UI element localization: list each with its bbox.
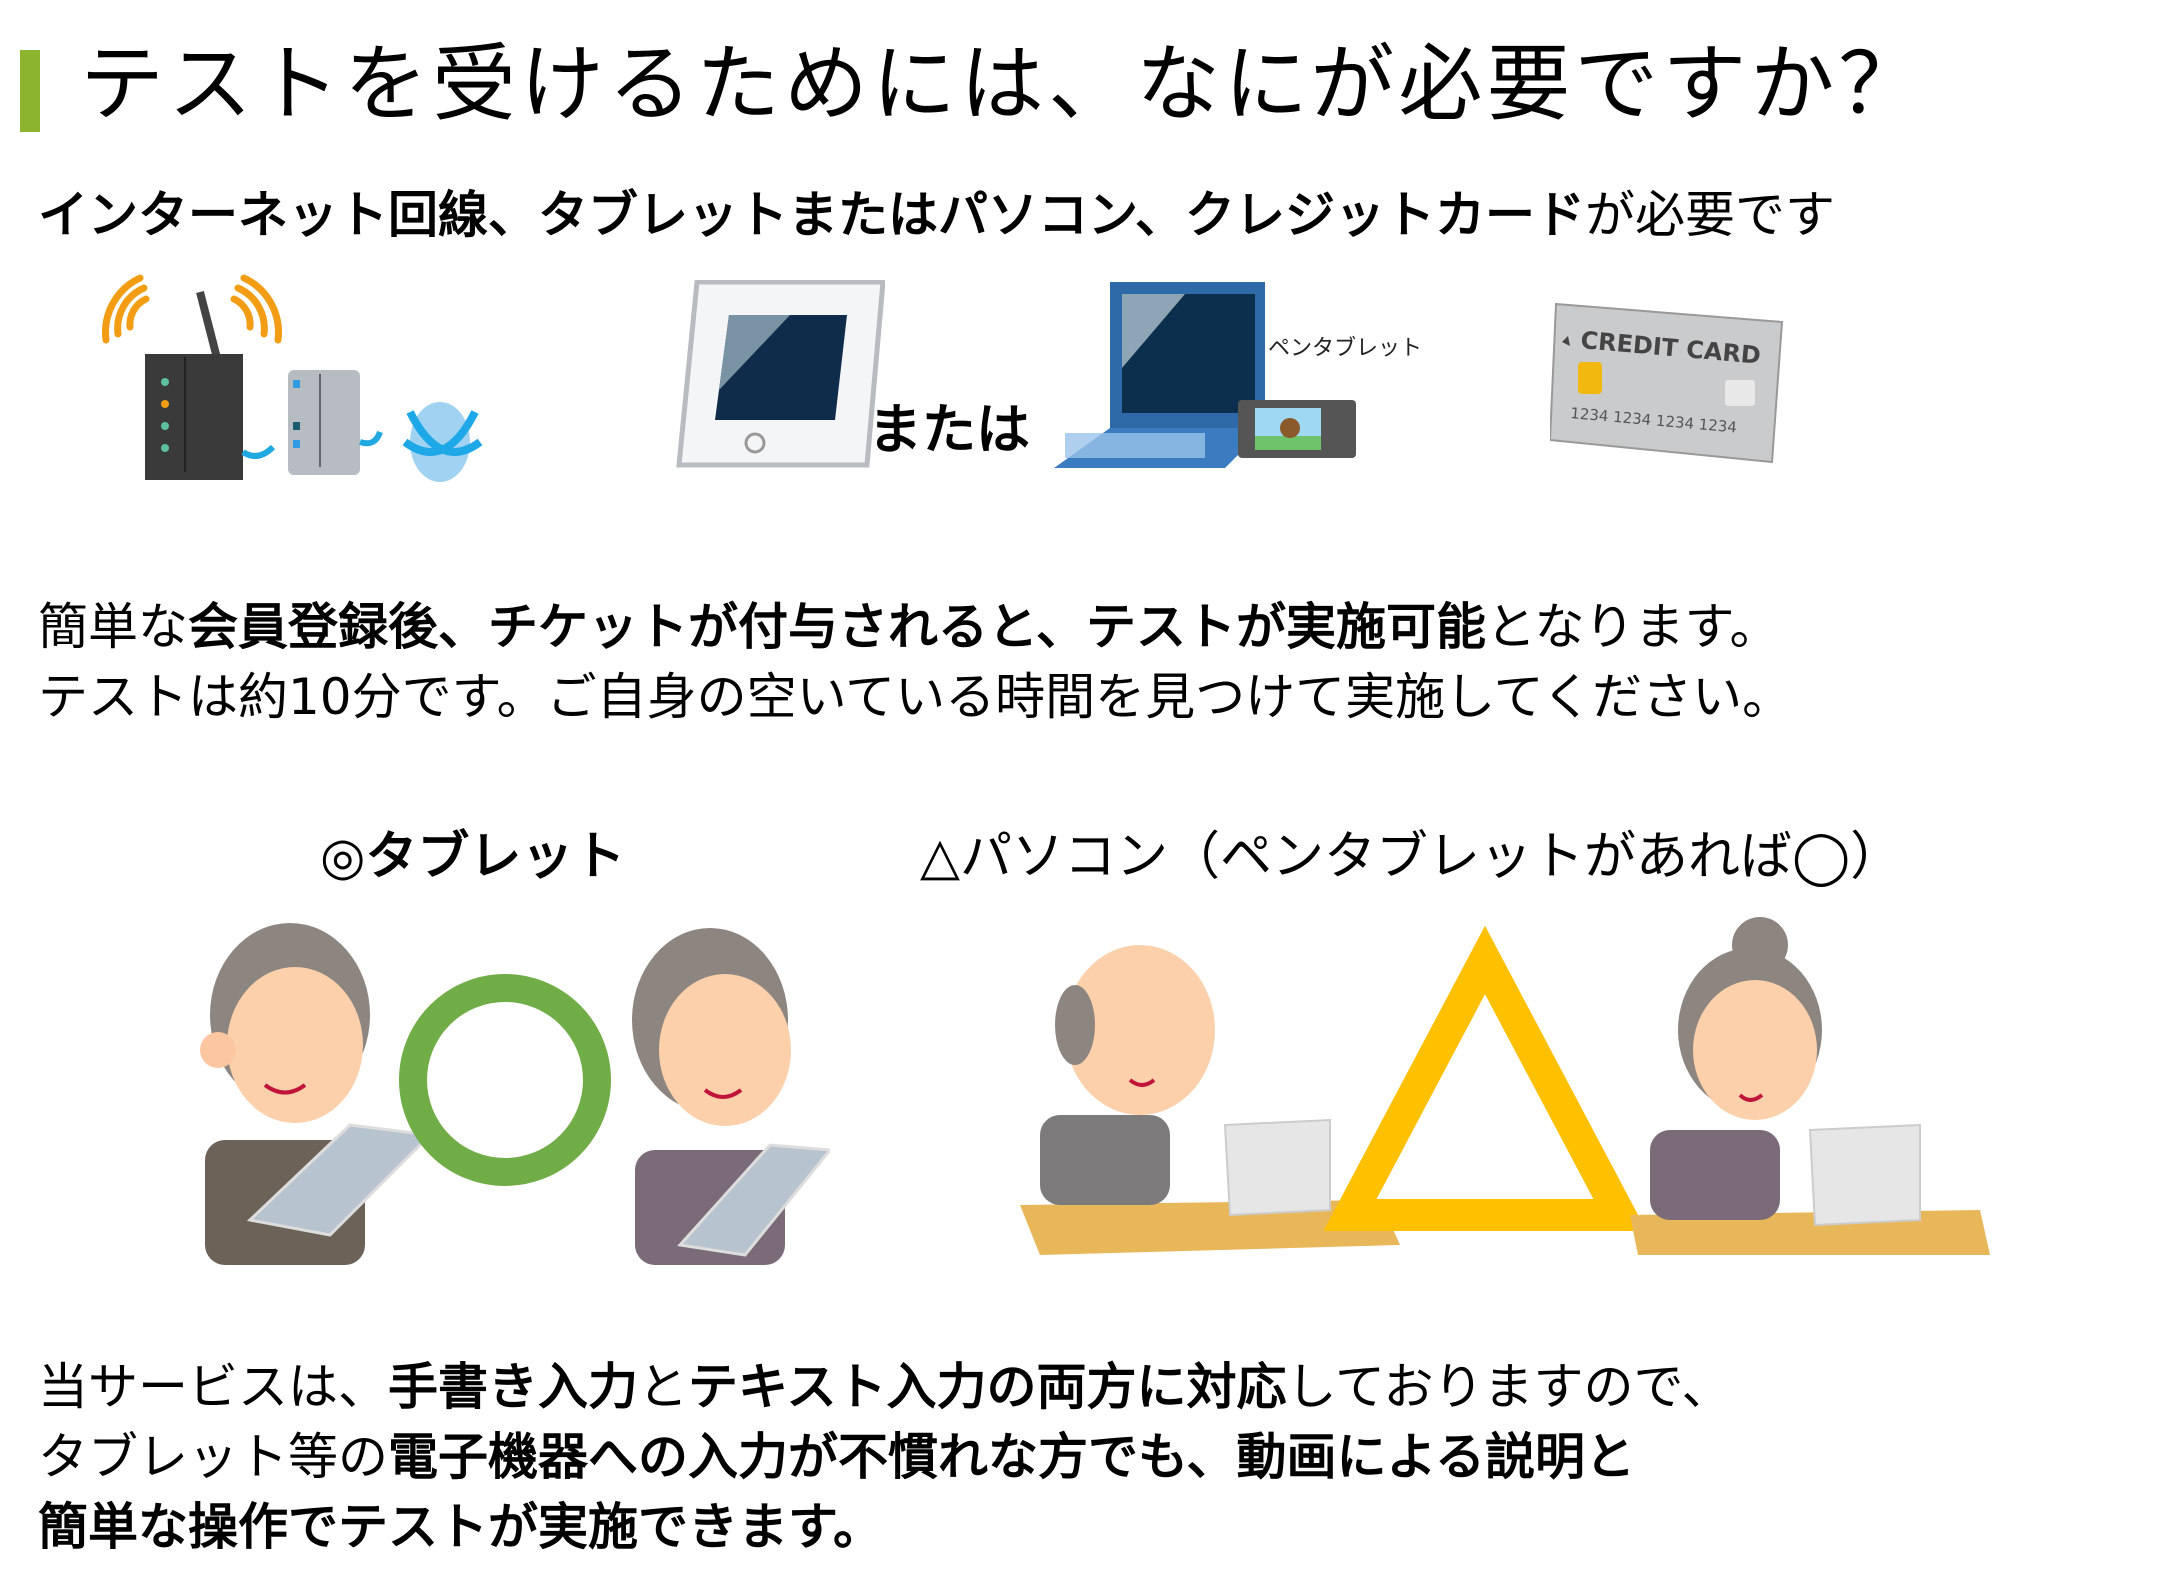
pc-users-illustration: [1020, 917, 1990, 1255]
info-line-2: テストは約10分です。ご自身の空いている時間を見つけて実施してください。: [38, 668, 1793, 726]
footer-text: しておりますので、: [1286, 1358, 1732, 1416]
pen-tablet-label: ペンタブレット: [1268, 336, 1423, 361]
antenna: [196, 291, 222, 363]
pen-tablet-icon: [1238, 400, 1356, 458]
footer-text: と: [638, 1358, 688, 1416]
tablet-users-illustration: [200, 923, 830, 1265]
requirements-suffix: が必要です: [1585, 186, 1835, 244]
tablet-rating-label: ◎タブレット: [320, 827, 626, 887]
credit-card-illustration: CREDIT CARD 1234 1234 1234 1234: [1550, 302, 1784, 464]
info-text-bold: 会員登録後、チケットが付与されると、テストが実施可能: [188, 598, 1486, 656]
footer-line-3: 簡単な操作でテストが実施できます。: [38, 1492, 883, 1562]
footer-text-bold: テキスト入力の両方に対応: [688, 1358, 1287, 1416]
footer-line-2: タブレット等の電子機器への入力が不慣れな方でも、動画による説明と: [38, 1422, 1635, 1492]
router-illustration: [102, 274, 483, 482]
router-body: [145, 354, 243, 480]
circle-rating-icon: [399, 974, 611, 1186]
elderly-woman-with-tablet: [632, 928, 830, 1265]
elderly-man-with-tablet: [200, 923, 434, 1265]
footer-text-bold: 電子機器への入力が不慣れな方でも、動画による説明と: [388, 1428, 1635, 1486]
or-label: または: [868, 398, 1030, 461]
footer-line-1: 当サービスは、手書き入力とテキスト入力の両方に対応しておりますので、: [38, 1352, 1732, 1422]
globe-icon: [410, 402, 470, 482]
page-title: テストを受けるためには、なにが必要ですか？: [80, 35, 1927, 133]
tablet-illustration: [676, 280, 885, 468]
title-accent-bar: [20, 50, 40, 132]
pc-rating-label: △パソコン（ペンタブレットがあれば◯）: [920, 827, 1903, 887]
footer-text: 当サービスは、: [38, 1358, 388, 1416]
info-text: となります。: [1486, 598, 1780, 656]
requirements-line: インターネット回線、タブレットまたはパソコン、クレジットカードが必要です: [38, 182, 1835, 248]
footer-text: タブレット等の: [38, 1428, 388, 1486]
elderly-woman-with-laptop: [1630, 917, 1990, 1255]
footer-text-bold: 簡単な操作でテストが実施できます。: [38, 1498, 883, 1556]
wifi-signal-icon: [102, 274, 282, 344]
triangle-rating-icon: [1323, 925, 1647, 1231]
laptop-illustration: [1054, 282, 1356, 468]
info-text: 簡単な: [38, 598, 188, 656]
info-line-1: 簡単な会員登録後、チケットが付与されると、テストが実施可能となります。: [38, 592, 1780, 662]
card-chip-icon: [1578, 362, 1602, 394]
footer-text-bold: 手書き入力: [388, 1358, 638, 1416]
requirements-items: インターネット回線、タブレットまたはパソコン、クレジットカード: [38, 186, 1585, 244]
